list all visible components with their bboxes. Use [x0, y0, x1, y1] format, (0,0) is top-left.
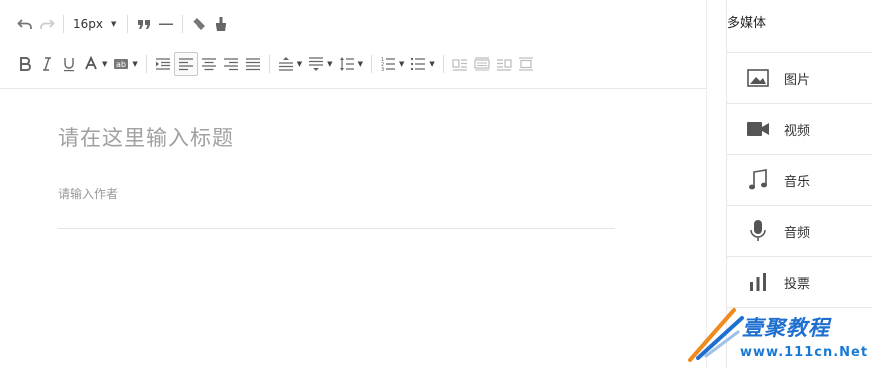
- float-none-button[interactable]: [471, 52, 493, 76]
- font-size-select[interactable]: 16px ▼: [69, 12, 122, 36]
- image-icon: [746, 66, 770, 90]
- brush-icon: [216, 17, 227, 31]
- editor-toolbar: 16px ▼ ▼ ab ▼ ▼ ▼ ▼ 1 2 3 ▼ ▼: [0, 0, 706, 89]
- media-item-music[interactable]: 音乐: [727, 155, 872, 206]
- background-color-button[interactable]: ab ▼: [110, 52, 140, 76]
- horizontal-rule-button[interactable]: [155, 12, 177, 36]
- redo-button[interactable]: [36, 12, 58, 36]
- chevron-down-icon: ▼: [296, 60, 303, 68]
- align-left-icon: [178, 58, 193, 71]
- chevron-down-icon: ▼: [111, 20, 117, 28]
- author-input[interactable]: 请输入作者: [58, 185, 118, 202]
- unordered-list-button[interactable]: ▼: [407, 52, 437, 76]
- editor-area: 16px ▼ ▼ ab ▼ ▼ ▼ ▼ 1 2 3 ▼ ▼ 请在这里输入标题 请…: [0, 0, 706, 368]
- chevron-down-icon: ▼: [327, 60, 333, 68]
- toolbar-separator: [127, 15, 129, 33]
- redo-icon: [40, 19, 55, 29]
- indent-icon: [155, 58, 170, 70]
- clear-format-button[interactable]: [188, 12, 210, 36]
- toolbar-separator: [63, 15, 64, 33]
- float-center-button[interactable]: [515, 52, 537, 76]
- spacing-before-button[interactable]: ▼: [275, 52, 305, 76]
- italic-button[interactable]: [36, 52, 58, 76]
- chevron-down-icon: ▼: [357, 60, 363, 68]
- underline-icon: [64, 58, 74, 72]
- blockquote-button[interactable]: [133, 12, 155, 36]
- microphone-icon: [746, 219, 770, 243]
- media-list: 图片 视频 音乐 音频 投票: [727, 52, 872, 308]
- author-divider: [58, 228, 615, 229]
- watermark-url: www.111cn.Net: [740, 345, 869, 360]
- line-height-button[interactable]: ▼: [336, 52, 366, 76]
- chevron-down-icon: ▼: [429, 60, 435, 68]
- indent-button[interactable]: [152, 52, 174, 76]
- media-item-audio[interactable]: 音频: [727, 206, 872, 257]
- unordered-list-icon: [411, 57, 426, 71]
- media-item-label: 视频: [784, 123, 811, 139]
- align-center-button[interactable]: [198, 52, 220, 76]
- image-inline-icon: [474, 57, 490, 71]
- align-justify-icon: [245, 58, 260, 71]
- bold-button[interactable]: [14, 52, 36, 76]
- bold-icon: [20, 57, 31, 71]
- align-justify-button[interactable]: [242, 52, 264, 76]
- svg-text:ab: ab: [116, 60, 126, 69]
- title-input[interactable]: 请在这里输入标题: [58, 122, 234, 152]
- eraser-icon: [193, 18, 206, 30]
- media-item-image[interactable]: 图片: [727, 53, 872, 104]
- ordered-list-icon: 123: [381, 57, 395, 72]
- undo-icon: [17, 19, 32, 29]
- align-left-button[interactable]: [173, 52, 198, 76]
- toolbar-separator: [182, 15, 184, 33]
- toolbar-row-2: ▼ ab ▼ ▼ ▼ ▼ 1 2 3 ▼ ▼: [14, 52, 537, 76]
- toolbar-separator: [268, 55, 270, 73]
- font-size-value: 16px: [73, 17, 103, 31]
- font-color-button[interactable]: ▼: [80, 52, 110, 76]
- image-float-right-icon: [496, 59, 512, 71]
- ordered-list-button[interactable]: 123 ▼: [377, 52, 407, 76]
- underline-button[interactable]: [58, 52, 80, 76]
- chevron-down-icon: ▼: [132, 60, 138, 68]
- quote-icon: [138, 20, 151, 29]
- watermark-brand: 壹聚教程: [742, 316, 830, 340]
- align-right-icon: [223, 58, 238, 71]
- video-icon: [746, 117, 770, 141]
- italic-icon: [43, 57, 51, 71]
- media-item-label: 音乐: [784, 174, 811, 190]
- undo-button[interactable]: [14, 12, 36, 36]
- toolbar-separator: [145, 55, 147, 73]
- float-right-button[interactable]: [493, 52, 515, 76]
- music-note-icon: [746, 168, 770, 192]
- image-float-left-icon: [452, 59, 467, 71]
- float-left-button[interactable]: [449, 52, 471, 76]
- chevron-down-icon: ▼: [398, 60, 405, 68]
- media-item-video[interactable]: 视频: [727, 104, 872, 155]
- font-color-icon: [85, 56, 97, 70]
- svg-text:3: 3: [381, 67, 384, 72]
- highlight-icon: ab: [114, 59, 129, 69]
- sidebar-title: 多媒体: [727, 16, 767, 31]
- line-height-icon: [339, 57, 354, 71]
- align-center-icon: [201, 58, 216, 71]
- toolbar-separator: [370, 55, 372, 73]
- toolbar-separator: [442, 55, 444, 73]
- chevron-down-icon: ▼: [102, 60, 108, 68]
- format-painter-button[interactable]: [210, 12, 232, 36]
- paragraph-spacing-before-icon: [278, 57, 293, 71]
- paragraph-spacing-after-icon: [309, 57, 324, 71]
- align-right-button[interactable]: [220, 52, 242, 76]
- media-item-label: 音频: [784, 225, 811, 241]
- spacing-after-button[interactable]: ▼: [305, 52, 335, 76]
- image-center-icon: [518, 57, 533, 71]
- toolbar-row-1: 16px ▼: [14, 12, 232, 36]
- media-item-label: 图片: [784, 72, 811, 88]
- horizontal-rule-icon: [159, 23, 174, 25]
